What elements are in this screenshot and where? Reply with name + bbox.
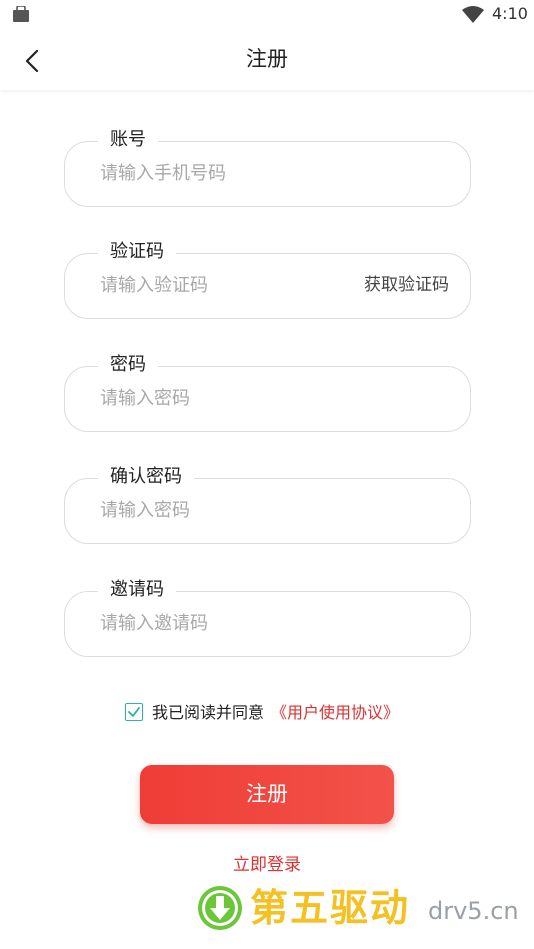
get-code-button[interactable]: 获取验证码 xyxy=(364,271,449,299)
code-field-group: 验证码 获取验证码 xyxy=(64,238,471,319)
wifi-icon xyxy=(462,6,484,23)
code-input[interactable] xyxy=(100,271,340,299)
page-title: 注册 xyxy=(246,47,288,71)
invite-input[interactable] xyxy=(100,609,340,637)
confirm-password-input[interactable] xyxy=(100,496,340,524)
password-input[interactable] xyxy=(100,384,340,412)
account-label: 账号 xyxy=(98,126,158,154)
account-input[interactable] xyxy=(100,159,340,187)
login-link[interactable]: 立即登录 xyxy=(0,850,534,875)
bag-icon xyxy=(13,6,29,22)
status-bar: 4:10 xyxy=(0,0,534,30)
password-label: 密码 xyxy=(98,351,158,379)
watermark-url: drv5.cn xyxy=(428,897,519,925)
account-field-group: 账号 xyxy=(64,126,471,207)
invite-label: 邀请码 xyxy=(98,576,176,604)
confirm-password-label: 确认密码 xyxy=(98,463,194,491)
register-button[interactable]: 注册 xyxy=(140,765,394,824)
agreement-text: 我已阅读并同意 xyxy=(152,703,265,722)
watermark-text: 第五驱动 xyxy=(250,886,411,930)
agreement-checkbox[interactable] xyxy=(125,703,143,721)
nav-bar: 注册 xyxy=(0,30,534,90)
check-icon xyxy=(128,707,140,717)
watermark: 第五驱动 drv5.cn xyxy=(196,882,526,938)
password-field-group: 密码 xyxy=(64,351,471,432)
status-time: 4:10 xyxy=(492,4,528,23)
confirm-password-field-group: 确认密码 xyxy=(64,463,471,544)
user-agreement-link[interactable]: 《用户使用协议》 xyxy=(271,701,399,725)
invite-field-group: 邀请码 xyxy=(64,576,471,657)
download-arrow-icon xyxy=(198,886,242,930)
code-label: 验证码 xyxy=(98,238,176,266)
